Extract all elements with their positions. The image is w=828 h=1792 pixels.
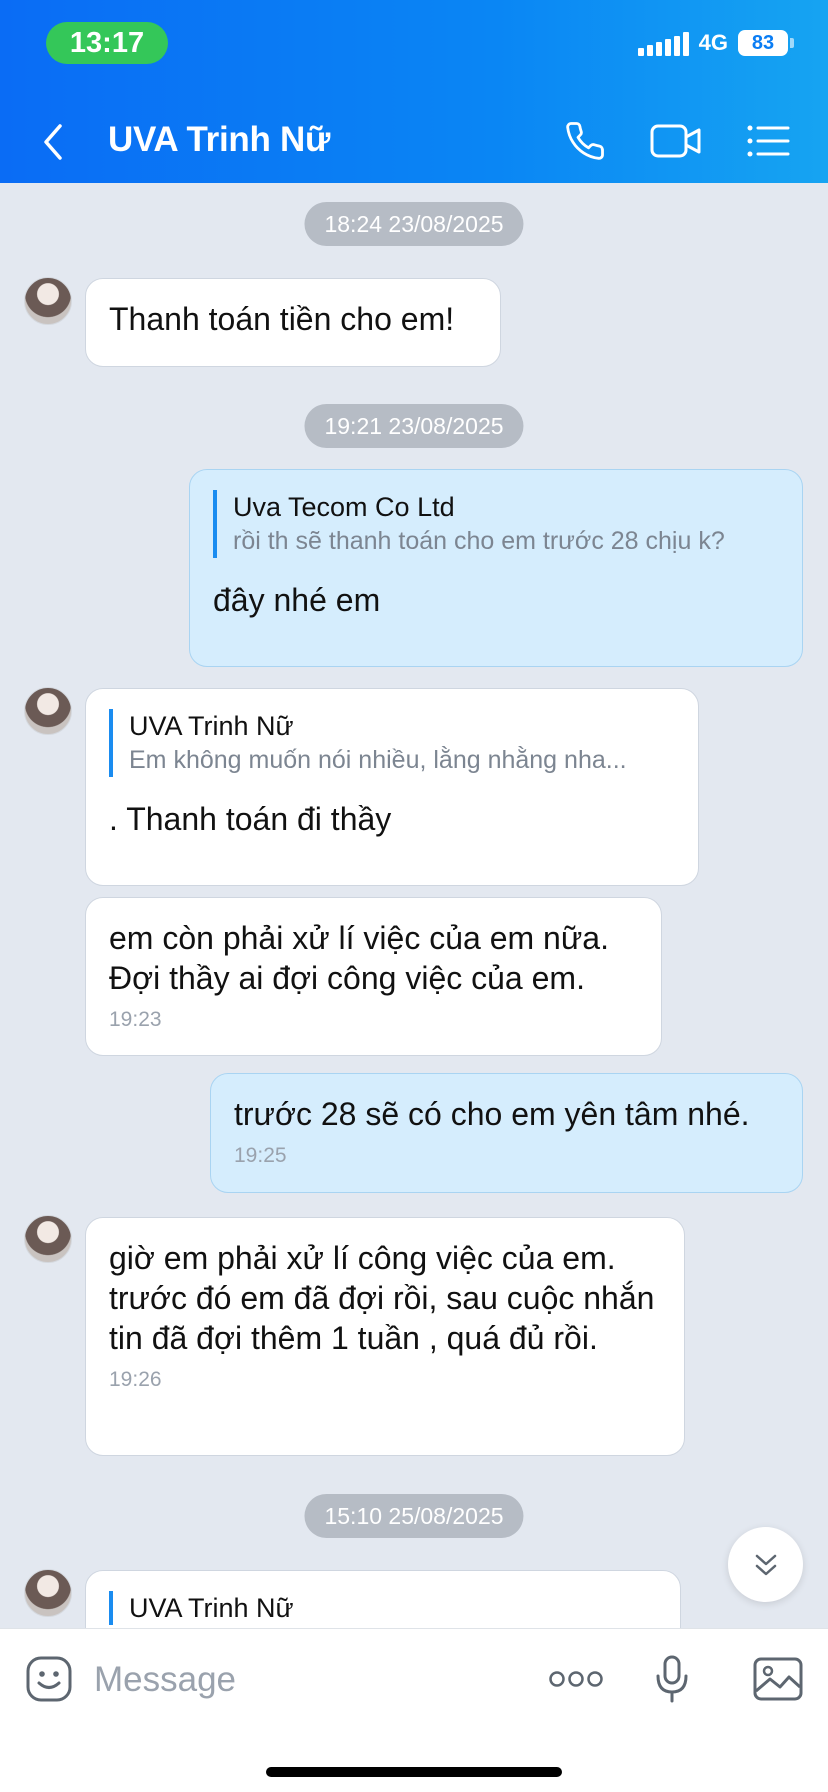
message-text: Thanh toán tiền cho em!: [109, 301, 455, 337]
avatar[interactable]: [24, 687, 72, 735]
sticker-button[interactable]: [24, 1653, 74, 1705]
message-bubble[interactable]: em còn phải xử lí việc của em nữa. Đợi t…: [85, 897, 662, 1056]
page-title[interactable]: UVA Trinh Nữ: [108, 120, 330, 160]
quoted-reply[interactable]: UVA Trinh Nữ Em không muốn nói nhiều, lằ…: [109, 709, 675, 777]
date-divider: 19:21 23/08/2025: [304, 404, 524, 448]
message-time: 19:23: [109, 1008, 162, 1031]
message-text: giờ em phải xử lí công việc của em. trướ…: [109, 1240, 655, 1356]
message-list[interactable]: 18:24 23/08/2025 Thanh toán tiền cho em!…: [0, 183, 828, 1628]
double-chevron-down-icon: [755, 1554, 776, 1575]
quote-author: UVA Trinh Nữ: [129, 1593, 294, 1623]
message-text: em còn phải xử lí việc của em nữa. Đợi t…: [109, 920, 609, 996]
phone-icon: [566, 122, 604, 160]
status-time: 13:17: [46, 22, 168, 64]
message-time: 19:26: [109, 1368, 162, 1391]
microphone-icon: [656, 1655, 688, 1703]
quote-text: Em không muốn nói nhiều, lằng nhằng nha.…: [129, 746, 627, 774]
signal-icon: [637, 30, 689, 56]
sticker-icon: [26, 1656, 72, 1702]
message-bubble-outgoing[interactable]: Uva Tecom Co Ltd rồi th sẽ thanh toán ch…: [189, 469, 803, 667]
quote-author: UVA Trinh Nữ: [129, 711, 294, 741]
avatar[interactable]: [24, 1569, 72, 1617]
voice-button[interactable]: [652, 1653, 692, 1705]
more-dots-icon: [549, 1671, 603, 1687]
message-text: trước 28 sẽ có cho em yên tâm nhé.: [234, 1096, 750, 1132]
avatar[interactable]: [24, 277, 72, 325]
network-type: 4G: [698, 30, 728, 55]
message-composer: [0, 1628, 828, 1792]
call-button[interactable]: [560, 116, 610, 166]
quote-author: Uva Tecom Co Ltd: [233, 492, 455, 522]
quote-text: rồi th sẽ thanh toán cho em trước 28 chị…: [233, 527, 725, 555]
message-text: đây nhé em: [213, 582, 381, 618]
status-indicators: 4G 83: [637, 30, 794, 56]
chevron-left-icon: [44, 124, 62, 160]
menu-button[interactable]: [744, 116, 792, 166]
battery-icon: 83: [738, 30, 794, 56]
message-bubble-outgoing[interactable]: trước 28 sẽ có cho em yên tâm nhé. 19:25: [210, 1073, 803, 1193]
more-options-button[interactable]: [548, 1653, 604, 1705]
message-bubble[interactable]: giờ em phải xử lí công việc của em. trướ…: [85, 1217, 685, 1456]
video-camera-icon: [650, 124, 701, 158]
back-button[interactable]: [40, 118, 80, 166]
chat-header: 13:17 4G 83 UVA Trinh Nữ: [0, 0, 828, 183]
date-divider: 18:24 23/08/2025: [304, 202, 524, 246]
message-input[interactable]: [94, 1655, 524, 1705]
date-divider: 15:10 25/08/2025: [304, 1494, 524, 1538]
message-bubble[interactable]: Thanh toán tiền cho em!: [85, 278, 501, 367]
avatar[interactable]: [24, 1215, 72, 1263]
home-indicator: [266, 1767, 562, 1777]
image-icon: [753, 1657, 803, 1701]
message-bubble[interactable]: UVA Trinh Nữ Em không muốn nói nhiều, lằ…: [85, 688, 699, 886]
quoted-reply[interactable]: UVA Trinh Nữ: [109, 1591, 657, 1625]
image-button[interactable]: [752, 1653, 804, 1705]
quoted-reply[interactable]: Uva Tecom Co Ltd rồi th sẽ thanh toán ch…: [213, 490, 779, 558]
list-menu-icon: [747, 125, 790, 157]
message-bubble[interactable]: UVA Trinh Nữ: [85, 1570, 681, 1628]
message-text: . Thanh toán đi thầy: [109, 801, 392, 837]
message-time: 19:25: [234, 1144, 287, 1167]
video-call-button[interactable]: [648, 116, 704, 166]
scroll-to-bottom-button[interactable]: [728, 1527, 803, 1602]
